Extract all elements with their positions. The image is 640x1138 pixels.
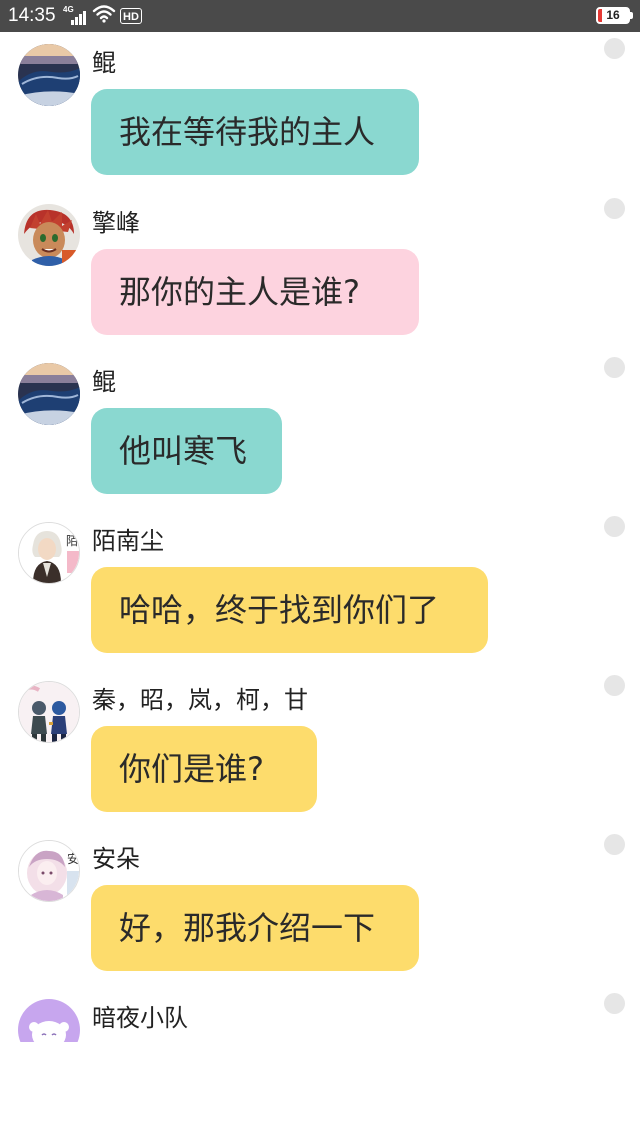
chat-message: 暗夜小队 [0,987,640,1042]
hd-voice-icon: HD [120,8,142,24]
chat-message: 鲲 他叫寒飞 [0,351,640,511]
whale-night-sky-avatar[interactable] [18,44,80,106]
select-radio[interactable] [604,834,625,855]
sender-name: 暗夜小队 [92,1004,188,1032]
message-bubble[interactable]: 他叫寒飞 [91,408,282,494]
select-radio[interactable] [604,357,625,378]
sender-name: 秦，昭，岚，柯，甘 [92,686,308,714]
battery-level: 16 [606,8,620,22]
chat-message: 秦，昭，岚，柯，甘 你们是谁? [0,669,640,829]
status-bar: 14:35 4G HD 16 [0,0,640,32]
pink-girl-avatar[interactable]: 安 [18,840,80,902]
sender-name: 鲲 [92,49,116,77]
status-time: 14:35 [8,5,56,26]
message-bubble[interactable]: 好，那我介绍一下 [91,885,419,971]
message-bubble[interactable]: 你们是谁? [91,726,317,812]
chat-list[interactable]: 鲲 我在等待我的主人 擎峰 那你的主人是谁? 鲲 他叫寒飞 陌 陌南尘 哈哈，终… [0,32,640,1042]
cellular-signal-icon: 4G [62,5,88,27]
select-radio[interactable] [604,38,625,59]
battery-icon: 16 [596,7,630,24]
chat-message: 擎峰 那你的主人是谁? [0,192,640,352]
message-bubble[interactable]: 我在等待我的主人 [91,89,419,175]
network-type: 4G [63,5,74,14]
status-icons: 4G HD [62,5,142,27]
message-bubble[interactable]: 那你的主人是谁? [91,249,419,335]
sender-name: 擎峰 [92,209,140,237]
avatar-label: 陌 [66,534,79,548]
sender-name: 陌南尘 [92,527,164,555]
sender-name: 鲲 [92,368,116,396]
chat-message: 安 安朵 好，那我介绍一下 [0,828,640,988]
group-characters-avatar[interactable] [18,681,80,743]
select-radio[interactable] [604,516,625,537]
avatar-label: 安 [67,852,80,866]
select-radio[interactable] [604,198,625,219]
white-hair-character-avatar[interactable]: 陌 [18,522,80,584]
chat-message: 陌 陌南尘 哈哈，终于找到你们了 [0,510,640,670]
battery-tip [630,12,633,19]
select-radio[interactable] [604,675,625,696]
wifi-icon [92,3,116,27]
message-bubble[interactable]: 哈哈，终于找到你们了 [91,567,488,653]
sender-name: 安朵 [92,845,140,873]
purple-face-avatar[interactable] [18,999,80,1042]
cartoon-boy-avatar[interactable] [18,204,80,266]
whale-night-sky-avatar[interactable] [18,363,80,425]
chat-message: 鲲 我在等待我的主人 [0,32,640,192]
select-radio[interactable] [604,993,625,1014]
